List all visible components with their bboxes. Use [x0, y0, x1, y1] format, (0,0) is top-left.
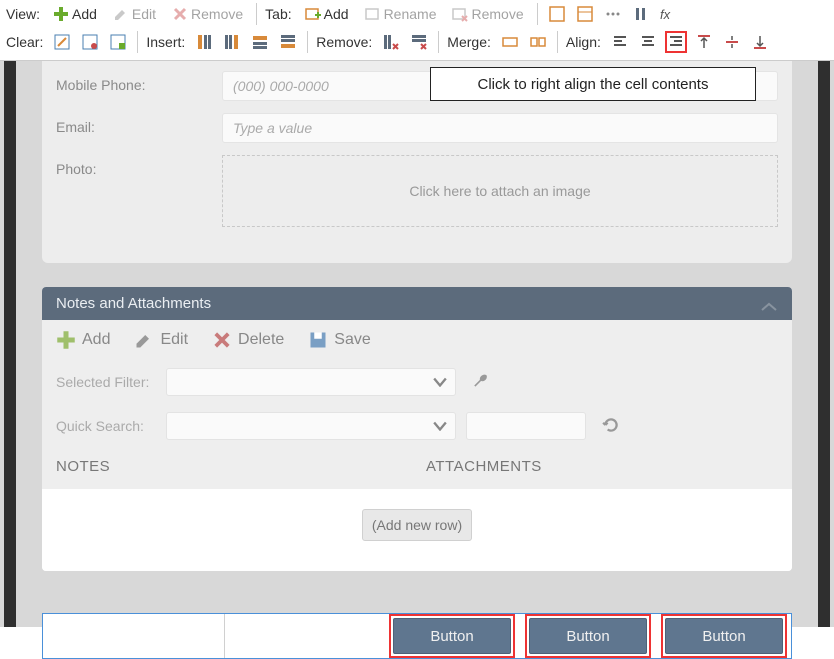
design-button-1[interactable]: Button: [393, 618, 511, 654]
ruler-right: [818, 61, 830, 627]
filter-label: Selected Filter:: [56, 374, 156, 390]
layout-dots-icon[interactable]: [602, 3, 624, 25]
layout-icon-2[interactable]: [574, 3, 596, 25]
tab-add-icon: [305, 6, 321, 22]
view-remove-label: Remove: [191, 6, 243, 22]
merge-icon[interactable]: [499, 31, 521, 53]
view-label: View:: [6, 6, 40, 22]
save-icon: [308, 330, 328, 350]
insert-row-above-icon[interactable]: [249, 31, 271, 53]
notes-section: Notes and Attachments Add Edit Delete Sa…: [42, 287, 792, 571]
view-edit-label: Edit: [132, 6, 156, 22]
clear-label: Clear:: [6, 34, 43, 50]
view-remove-button: Remove: [167, 3, 248, 25]
design-button-2[interactable]: Button: [529, 618, 647, 654]
design-button-3[interactable]: Button: [665, 618, 783, 654]
notes-save-label: Save: [334, 331, 370, 349]
remove-label: Remove:: [316, 34, 372, 50]
x-icon: [172, 6, 188, 22]
tab-remove-label: Remove: [471, 6, 523, 22]
tab-remove-icon: [452, 6, 468, 22]
email-label: Email:: [56, 113, 222, 135]
svg-text:fx: fx: [660, 7, 671, 22]
filter-select[interactable]: [166, 368, 456, 396]
design-button-3-sel[interactable]: Button: [661, 614, 787, 658]
notes-delete-label: Delete: [238, 331, 284, 349]
insert-row-below-icon[interactable]: [277, 31, 299, 53]
tab-remove-button: Remove: [447, 3, 528, 25]
separator: [256, 3, 257, 25]
tab-rename-icon: [365, 6, 381, 22]
fx-icon[interactable]: fx: [658, 3, 680, 25]
align-top-icon[interactable]: [693, 31, 715, 53]
search-input[interactable]: [466, 412, 586, 440]
chevron-up-icon: [760, 299, 778, 309]
refresh-icon[interactable]: [602, 416, 620, 437]
col-attachments: ATTACHMENTS: [426, 458, 542, 475]
view-add-button[interactable]: Add: [48, 3, 102, 25]
layout-icon-1[interactable]: [546, 3, 568, 25]
plus-icon: [53, 6, 69, 22]
x-icon: [212, 330, 232, 350]
search-label: Quick Search:: [56, 418, 156, 434]
separator: [307, 31, 308, 53]
insert-label: Insert:: [146, 34, 185, 50]
section-header[interactable]: Notes and Attachments: [42, 287, 792, 320]
tab-label: Tab:: [265, 6, 291, 22]
photo-dropzone[interactable]: Click here to attach an image: [222, 155, 778, 227]
section-title: Notes and Attachments: [56, 295, 211, 312]
design-button-2-sel[interactable]: Button: [525, 614, 651, 658]
notes-add-button[interactable]: Add: [56, 330, 110, 350]
notes-save-button[interactable]: Save: [308, 330, 370, 350]
tab-add-label: Add: [324, 6, 349, 22]
notes-edit-button[interactable]: Edit: [134, 330, 188, 350]
clear-icon-1[interactable]: [51, 31, 73, 53]
design-button-1-sel[interactable]: Button: [389, 614, 515, 658]
align-center-icon[interactable]: [637, 31, 659, 53]
photo-label: Photo:: [56, 155, 222, 177]
tab-add-button[interactable]: Add: [300, 3, 354, 25]
insert-col-right-icon[interactable]: [221, 31, 243, 53]
view-add-label: Add: [72, 6, 97, 22]
separator: [537, 3, 538, 25]
separator: [438, 31, 439, 53]
wrench-icon[interactable]: [472, 372, 490, 393]
clear-icon-3[interactable]: [107, 31, 129, 53]
notes-add-label: Add: [82, 331, 110, 349]
add-row-button[interactable]: (Add new row): [362, 509, 472, 541]
tab-rename-button: Rename: [360, 3, 442, 25]
button-row[interactable]: Button Button Button: [42, 613, 792, 659]
col-notes: NOTES: [56, 458, 426, 475]
remove-row-icon[interactable]: [408, 31, 430, 53]
separator: [137, 31, 138, 53]
layout-bars-icon[interactable]: [630, 3, 652, 25]
align-bottom-icon[interactable]: [749, 31, 771, 53]
view-edit-button: Edit: [108, 3, 161, 25]
email-input[interactable]: Type a value: [222, 113, 778, 143]
insert-col-left-icon[interactable]: [193, 31, 215, 53]
pencil-icon: [113, 6, 129, 22]
pencil-icon: [134, 330, 154, 350]
align-label: Align:: [566, 34, 601, 50]
tooltip: Click to right align the cell contents: [430, 67, 756, 101]
align-middle-icon[interactable]: [721, 31, 743, 53]
tab-rename-label: Rename: [384, 6, 437, 22]
ruler-left: [4, 61, 16, 627]
align-left-icon[interactable]: [609, 31, 631, 53]
unmerge-icon[interactable]: [527, 31, 549, 53]
notes-edit-label: Edit: [160, 331, 188, 349]
remove-col-icon[interactable]: [380, 31, 402, 53]
button-row-cell-left: [43, 614, 225, 658]
notes-delete-button[interactable]: Delete: [212, 330, 284, 350]
search-select[interactable]: [166, 412, 456, 440]
merge-label: Merge:: [447, 34, 491, 50]
plus-icon: [56, 330, 76, 350]
mobile-phone-label: Mobile Phone:: [56, 71, 222, 93]
align-right-icon[interactable]: [665, 31, 687, 53]
clear-icon-2[interactable]: [79, 31, 101, 53]
separator: [557, 31, 558, 53]
